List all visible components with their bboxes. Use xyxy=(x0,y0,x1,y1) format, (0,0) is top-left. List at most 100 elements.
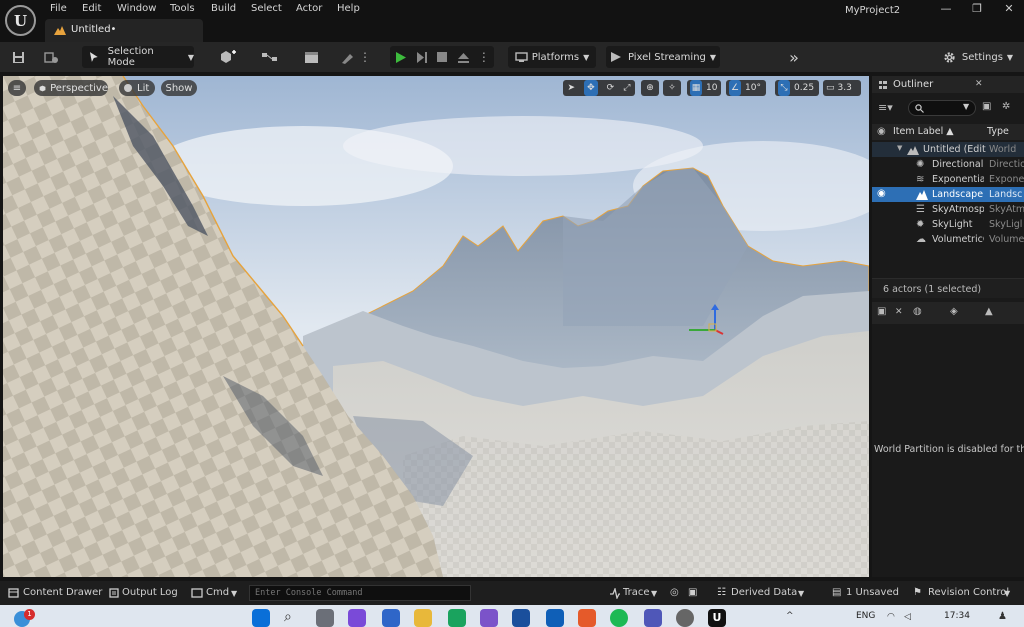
cinematics-button[interactable] xyxy=(297,46,329,68)
task-view-icon[interactable] xyxy=(316,609,334,627)
outliner-search-input[interactable]: ▼ xyxy=(908,100,976,116)
settings-gear-icon[interactable] xyxy=(676,609,694,627)
menu-edit[interactable]: Edit xyxy=(82,3,101,14)
filter-icon[interactable]: ≡▾ xyxy=(878,101,893,114)
content-drawer-button[interactable]: Content Drawer xyxy=(23,587,102,598)
revision-control-dropdown[interactable]: Revision Control xyxy=(928,587,1009,598)
more-options-icon[interactable]: ⋮ xyxy=(359,46,371,68)
pixel-streaming-dropdown[interactable]: Pixel Streaming ▼ xyxy=(606,46,720,68)
windows-start-icon[interactable] xyxy=(252,609,270,627)
expand-arrow-icon[interactable]: ▼ xyxy=(897,144,902,152)
trace-dropdown[interactable]: Trace xyxy=(623,587,650,598)
scale-tool-icon[interactable]: ⤢ xyxy=(623,83,630,93)
store-icon[interactable] xyxy=(382,609,400,627)
menu-tools[interactable]: Tools xyxy=(170,3,195,14)
menu-actor[interactable]: Actor xyxy=(296,3,322,14)
layers-icon[interactable]: ◈ xyxy=(950,306,958,317)
settings-button[interactable]: Settings ▼ xyxy=(940,46,1016,68)
browser-icon[interactable] xyxy=(578,609,596,627)
grid-snap-button[interactable]: ▦ 10 xyxy=(687,80,721,96)
close-button[interactable]: ✕ xyxy=(1000,2,1018,16)
modeling-button[interactable] xyxy=(337,46,357,68)
app-icon[interactable] xyxy=(480,609,498,627)
unreal-logo-icon[interactable]: U xyxy=(5,5,36,36)
select-tool-icon[interactable]: ➤ xyxy=(568,83,576,93)
step-icon[interactable] xyxy=(415,51,428,64)
stop-icon[interactable] xyxy=(436,51,448,63)
rotate-tool-icon[interactable]: ⟳ xyxy=(607,83,615,93)
derived-data-dropdown[interactable]: Derived Data xyxy=(731,587,797,598)
tab-close-icon[interactable]: ✕ xyxy=(895,307,903,317)
lit-dropdown[interactable]: Lit xyxy=(119,80,155,96)
outliner-settings-gear-icon[interactable]: ✲ xyxy=(1002,101,1014,113)
save-icon[interactable] xyxy=(8,46,28,68)
menu-build[interactable]: Build xyxy=(211,3,236,14)
surface-snap-icon[interactable]: ✧ xyxy=(663,80,681,96)
world-partition-tab-icon[interactable]: ▣ xyxy=(877,306,886,317)
perspective-dropdown[interactable]: Perspective xyxy=(34,80,108,96)
menu-file[interactable]: File xyxy=(50,3,67,14)
search-icon[interactable]: ⌕ xyxy=(284,609,302,627)
edge-icon[interactable] xyxy=(448,609,466,627)
rotation-snap-button[interactable]: ∠ 10° xyxy=(726,80,766,96)
dell-icon[interactable] xyxy=(512,609,530,627)
scale-snap-button[interactable]: ⤡ 0.25 xyxy=(775,80,819,96)
spotify-icon[interactable] xyxy=(610,609,628,627)
restore-button[interactable]: ❐ xyxy=(968,2,986,16)
globe-icon[interactable]: ◍ xyxy=(913,306,922,317)
notifications-bell-icon[interactable]: ♟ xyxy=(998,611,1007,622)
copilot-icon[interactable] xyxy=(348,609,366,627)
console-command-input[interactable] xyxy=(249,585,471,601)
level-viewport[interactable]: ≡ Perspective Lit Show ➤ ✥ ⟳ ⤢ ⊕ ✧ ▦ 10 … xyxy=(3,76,869,577)
visibility-eye-icon[interactable]: ◉ xyxy=(877,188,886,199)
unsaved-button[interactable]: 1 Unsaved xyxy=(846,587,899,598)
language-indicator[interactable]: ENG xyxy=(856,611,875,621)
minimize-button[interactable]: — xyxy=(937,2,955,16)
move-tool-icon[interactable]: ✥ xyxy=(584,80,598,96)
record-icon[interactable]: ◎ xyxy=(670,587,679,598)
outliner-row[interactable]: ≋ Exponential Expone xyxy=(872,172,1024,187)
volume-icon[interactable]: ◁ xyxy=(904,612,911,622)
show-dropdown[interactable]: Show xyxy=(161,80,197,96)
screenshot-icon[interactable]: ▣ xyxy=(688,587,697,598)
file-explorer-icon[interactable] xyxy=(414,609,432,627)
outliner-row-world[interactable]: ▼ Untitled (Edito World xyxy=(872,142,1024,157)
outliner-panel: Outliner ✕ ≡▾ ▼ ▣ ✲ ◉ Item Label ▲ Type … xyxy=(872,76,1024,577)
outliner-row[interactable]: ✹ SkyLight SkyLigl xyxy=(872,217,1024,232)
menu-select[interactable]: Select xyxy=(251,3,282,14)
add-folder-icon[interactable]: ▣ xyxy=(982,101,994,113)
menu-help[interactable]: Help xyxy=(337,3,360,14)
type-column[interactable]: Type xyxy=(987,126,1009,137)
play-options-icon[interactable]: ⋮ xyxy=(478,50,490,64)
cmd-dropdown[interactable]: Cmd xyxy=(206,587,229,598)
selection-mode-dropdown[interactable]: Selection Mode ▼ xyxy=(82,46,194,68)
outliner-tab[interactable]: Outliner ✕ xyxy=(872,76,1024,93)
outliner-row[interactable]: ✺ DirectionalL Directio xyxy=(872,157,1024,172)
item-label-column[interactable]: Item Label ▲ xyxy=(893,126,954,137)
toolbar-overflow-button[interactable]: » xyxy=(782,46,806,68)
source-control-icon[interactable] xyxy=(40,46,62,68)
outliner-row[interactable]: ☰ SkyAtmospl SkyAtm xyxy=(872,202,1024,217)
unreal-engine-taskbar-icon[interactable]: U xyxy=(708,609,726,627)
play-icon[interactable] xyxy=(394,51,407,64)
add-actor-button[interactable] xyxy=(213,46,245,68)
outliner-close-icon[interactable]: ✕ xyxy=(975,79,983,89)
outliner-row[interactable]: ☁ VolumetricC Volume xyxy=(872,232,1024,247)
wifi-icon[interactable]: ◠ xyxy=(887,612,895,622)
tray-chevron-up-icon[interactable]: ^ xyxy=(786,611,794,621)
blueprint-button[interactable] xyxy=(255,46,287,68)
viewport-menu-button[interactable]: ≡ xyxy=(8,80,26,96)
clock-time[interactable]: 17:34 xyxy=(944,611,970,621)
output-log-button[interactable]: Output Log xyxy=(122,587,178,598)
platforms-dropdown[interactable]: Platforms ▼ xyxy=(508,46,596,68)
outlook-icon[interactable] xyxy=(546,609,564,627)
data-layers-icon[interactable]: ▲ xyxy=(985,306,993,317)
world-space-icon[interactable]: ⊕ xyxy=(641,80,659,96)
outliner-row-selected[interactable]: ◉ Landscape Landsc xyxy=(872,187,1024,202)
teams-icon[interactable] xyxy=(644,609,662,627)
document-tab[interactable]: Untitled• xyxy=(45,19,203,42)
visibility-eye-icon[interactable]: ◉ xyxy=(877,126,886,137)
eject-icon[interactable] xyxy=(457,51,470,64)
camera-speed-button[interactable]: ▭ 3.3 xyxy=(823,80,861,96)
menu-window[interactable]: Window xyxy=(117,3,156,14)
